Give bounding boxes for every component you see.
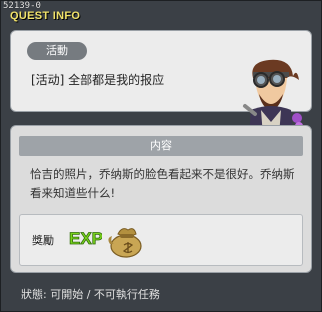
quest-header-panel: 活動 [活动] 全部都是我的报应 <box>10 30 312 140</box>
quest-description: 恰吉的照片，乔纳斯的脸色看起来不是很好。乔纳斯看来知道些什么! <box>30 167 295 200</box>
quest-name: [活动] 全部都是我的报应 <box>31 73 165 87</box>
money-bag-icon[interactable] <box>104 220 144 260</box>
content-section-title: 内容 <box>19 136 303 156</box>
svg-text:EXP: EXP <box>69 229 102 248</box>
window-titlebar[interactable]: 52139-0 QUEST INFO <box>1 1 321 23</box>
window-title: QUEST INFO <box>10 10 81 22</box>
quest-status: 狀態: 可開始 / 不可執行任務 <box>21 288 160 301</box>
reward-box: 獎勵 EXP <box>19 214 303 266</box>
quest-content-panel: 内容 恰吉的照片，乔纳斯的脸色看起来不是很好。乔纳斯看来知道些什么! 獎勵 EX… <box>10 125 312 273</box>
category-badge: 活動 <box>27 42 87 60</box>
quest-info-window: 52139-0 QUEST INFO 活動 [活动] 全部都是我的报应 内容 恰… <box>0 0 322 312</box>
exp-icon[interactable]: EXP <box>68 225 102 249</box>
reward-label: 獎勵 <box>32 234 54 247</box>
